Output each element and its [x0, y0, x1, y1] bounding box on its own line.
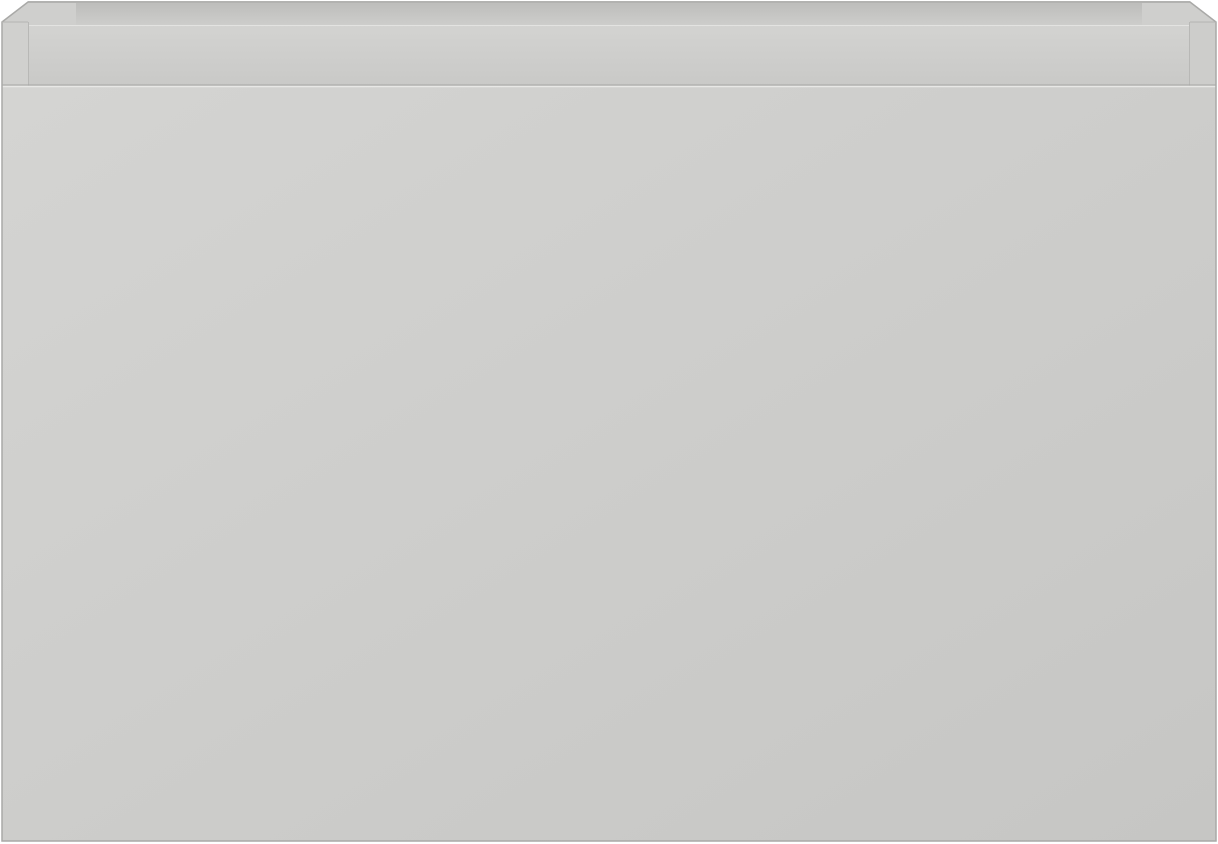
- inner-back-wall: [76, 3, 1142, 25]
- product-render: [0, 0, 1218, 844]
- left-side-post: [2, 22, 28, 86]
- drawer-front: [2, 86, 1216, 841]
- right-side-post: [1190, 22, 1216, 86]
- cabinet-illustration: [1, 1, 1217, 842]
- top-rim-panel: [28, 25, 1190, 86]
